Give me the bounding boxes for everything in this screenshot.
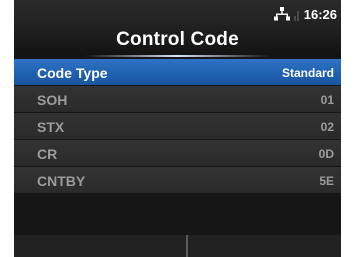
list-item-value: 5E (319, 174, 334, 188)
list-item-value: Standard (281, 66, 334, 80)
printer-display: 16:26 Control Code Code Type Standard SO… (0, 0, 356, 257)
clock-time: 16:26 (303, 6, 337, 22)
left-softkey[interactable] (14, 235, 186, 257)
list-item-value: 0D (318, 147, 334, 161)
list-item-label: STX (37, 119, 65, 135)
right-softkey[interactable] (188, 235, 341, 257)
list-item-soh[interactable]: SOH 01 (14, 86, 341, 112)
list-item-cntby[interactable]: CNTBY 5E (14, 167, 341, 193)
list-item-label: CR (37, 146, 58, 162)
page-title: Control Code (116, 29, 239, 50)
list-item-stx[interactable]: STX 02 (14, 113, 341, 139)
list-item-value: 02 (320, 120, 334, 134)
list-item-label: CNTBY (37, 173, 86, 189)
signal-strength-icon (293, 11, 299, 21)
menu-panel: 16:26 Control Code Code Type Standard SO… (14, 0, 341, 257)
list-item-cr[interactable]: CR 0D (14, 140, 341, 166)
header-bar: 16:26 Control Code (14, 0, 341, 57)
status-area: 16:26 (273, 6, 337, 22)
settings-list: Code Type Standard SOH 01 STX 02 CR 0D C… (14, 59, 341, 194)
network-icon (273, 7, 290, 21)
list-item-code-type[interactable]: Code Type Standard (14, 59, 341, 85)
list-item-label: SOH (37, 92, 68, 108)
list-item-value: 01 (320, 93, 334, 107)
softkey-bar (14, 235, 341, 257)
title-underline-glow (84, 55, 271, 57)
list-item-label: Code Type (37, 65, 108, 81)
